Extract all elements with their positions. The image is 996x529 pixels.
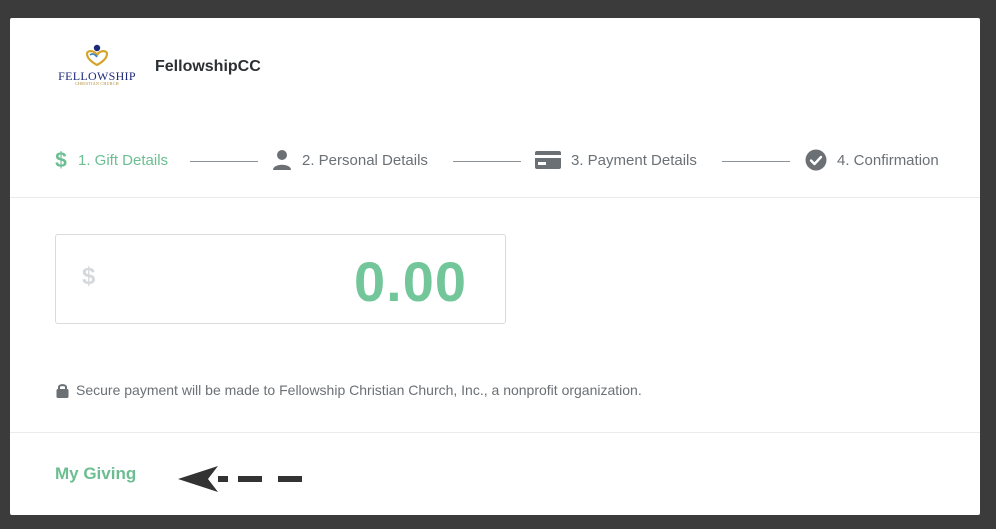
logo-mark-icon [85,44,109,66]
person-icon [273,150,291,170]
giving-card: FELLOWSHIP CHRISTIAN CHURCH FellowshipCC… [10,18,980,515]
progress-steps: $ 1. Gift Details 2. Personal Details 3.… [10,136,980,186]
svg-text:$: $ [55,149,67,171]
credit-card-icon [535,151,561,169]
step-label: 1. Gift Details [78,151,169,169]
step-label: 4. Confirmation [837,151,939,169]
annotation-arrow-icon [178,466,302,492]
check-circle-icon [805,149,827,171]
header: FELLOWSHIP CHRISTIAN CHURCH FellowshipCC [10,18,980,118]
divider [10,197,980,198]
screen-background: FELLOWSHIP CHRISTIAN CHURCH FellowshipCC… [0,0,996,529]
step-personal-details[interactable]: 2. Personal Details [272,146,428,174]
logo-subtitle: CHRISTIAN CHURCH [75,81,119,86]
organization-name: FellowshipCC [155,58,261,75]
church-logo: FELLOWSHIP CHRISTIAN CHURCH [58,44,136,88]
secure-notice-text: Secure payment will be made to Fellowshi… [76,382,642,398]
step-confirmation[interactable]: 4. Confirmation [805,146,939,174]
step-gift-details[interactable]: $ 1. Gift Details [54,146,168,174]
my-giving-link[interactable]: My Giving [55,464,136,484]
divider [10,432,980,433]
step-connector [190,161,258,162]
step-connector [722,161,790,162]
step-connector [453,161,521,162]
currency-symbol: $ [82,263,96,290]
step-label: 2. Personal Details [302,151,428,169]
lock-icon [56,383,69,398]
dollar-icon: $ [55,149,67,171]
amount-value: 0.00 [354,250,467,313]
secure-payment-notice: Secure payment will be made to Fellowshi… [56,382,642,398]
amount-input[interactable]: $ 0.00 [55,234,506,324]
step-payment-details[interactable]: 3. Payment Details [535,146,697,174]
step-label: 3. Payment Details [571,151,697,169]
